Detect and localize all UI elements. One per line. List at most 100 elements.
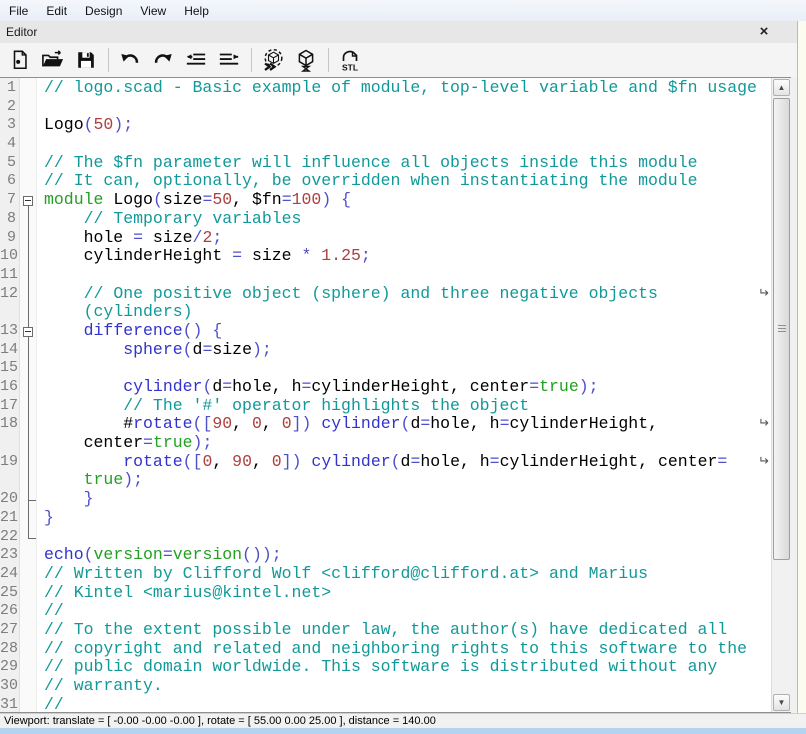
code-row[interactable]: hole = size/2; [44,229,771,248]
render-icon [294,48,318,72]
line-number: 17 [0,397,19,416]
code-row[interactable]: difference() { [44,322,771,341]
line-number: 5 [0,154,19,173]
new-file-button[interactable] [6,46,34,74]
close-icon[interactable]: × [755,23,773,41]
indent-icon [217,49,241,71]
code-row[interactable]: cylinderHeight = size * 1.25; [44,247,771,266]
export-stl-button[interactable]: STL [336,46,364,74]
unindent-icon [184,49,208,71]
preview-button[interactable] [259,46,287,74]
line-number: 18 [0,415,19,434]
code-row[interactable]: // The '#' operator highlights the objec… [44,397,771,416]
viewport-status-text: Viewport: translate = [ -0.00 -0.00 -0.0… [4,715,436,727]
code-text-area[interactable]: // logo.scad - Basic example of module, … [37,78,771,712]
open-file-button[interactable] [39,46,67,74]
fold-tail-tick [28,538,36,539]
wrap-marker-icon: ↵ [758,415,769,434]
redo-icon [151,49,175,71]
code-row[interactable]: } [44,509,771,528]
line-number: 13 [0,322,19,341]
code-row[interactable]: // warranty. [44,677,771,696]
code-row[interactable]: // [44,696,771,712]
scroll-up-button[interactable]: ▲ [773,79,790,96]
code-row[interactable]: // public domain worldwide. This softwar… [44,658,771,677]
line-number: 21 [0,509,19,528]
line-number: 22 [0,528,19,547]
new-file-icon [9,49,31,71]
code-row[interactable]: center=true); [44,434,771,453]
code-row[interactable]: } [44,490,771,509]
menu-design[interactable]: Design [76,2,131,20]
code-row[interactable]: #rotate([90, 0, 0]) cylinder(d=hole, h=c… [44,415,771,434]
line-number: 14 [0,341,19,360]
line-number [0,303,19,322]
line-number-gutter: 1234567891011121314151617181920212223242… [0,78,20,712]
code-row[interactable]: rotate([0, 90, 0]) cylinder(d=hole, h=cy… [44,453,771,472]
code-row[interactable]: Logo(50); [44,116,771,135]
export-stl-icon: STL [338,48,362,72]
save-button[interactable] [72,46,100,74]
line-number: 4 [0,135,19,154]
fold-collapse-icon[interactable] [23,327,33,337]
code-row[interactable]: // It can, optionally, be overridden whe… [44,172,771,191]
editor-panel-header[interactable]: Editor × [0,21,797,44]
code-row[interactable]: // Kintel <marius@kintel.net> [44,584,771,603]
code-row[interactable]: sphere(d=size); [44,341,771,360]
code-row[interactable]: true); [44,471,771,490]
openscad-window: File Edit Design View Help Editor × [0,0,806,734]
vertical-scrollbar[interactable]: ▲ ▼ [771,78,791,712]
code-row[interactable] [44,135,771,154]
save-icon [75,49,97,71]
line-number: 23 [0,546,19,565]
menu-view[interactable]: View [131,2,175,20]
scroll-down-button[interactable]: ▼ [773,694,790,711]
code-row[interactable]: // logo.scad - Basic example of module, … [44,79,771,98]
menu-bar: File Edit Design View Help [0,0,806,22]
code-row[interactable]: // To the extent possible under law, the… [44,621,771,640]
code-row[interactable] [44,266,771,285]
indent-button[interactable] [215,46,243,74]
code-row[interactable]: // One positive object (sphere) and thre… [44,285,771,304]
toolbar-separator [108,48,109,72]
line-number: 30 [0,677,19,696]
wrap-marker-icon: ↵ [758,285,769,304]
line-number: 28 [0,640,19,659]
menu-help[interactable]: Help [175,2,218,20]
code-row[interactable]: cylinder(d=hole, h=cylinderHeight, cente… [44,378,771,397]
line-number: 31 [0,696,19,712]
main-window-sliver [798,21,806,713]
toolbar-separator [251,48,252,72]
render-button[interactable] [292,46,320,74]
fold-tail-tick [28,500,36,501]
window-border [0,727,806,734]
line-number: 16 [0,378,19,397]
code-row[interactable] [44,359,771,378]
scrollbar-thumb[interactable] [773,98,790,560]
code-row[interactable]: (cylinders) [44,303,771,322]
fold-collapse-icon[interactable] [23,196,33,206]
code-editor[interactable]: 1234567891011121314151617181920212223242… [0,77,791,713]
code-row[interactable]: // copyright and related and neighboring… [44,640,771,659]
unindent-button[interactable] [182,46,210,74]
editor-toolbar: STL [0,43,797,77]
line-number [0,434,19,453]
code-row[interactable] [44,98,771,117]
line-number: 8 [0,210,19,229]
redo-button[interactable] [149,46,177,74]
line-number: 15 [0,359,19,378]
panel-title: Editor [0,25,37,39]
code-row[interactable]: // The $fn parameter will influence all … [44,154,771,173]
menu-file[interactable]: File [0,2,37,20]
menu-edit[interactable]: Edit [37,2,76,20]
code-row[interactable] [44,528,771,547]
code-row[interactable]: echo(version=version()); [44,546,771,565]
code-row[interactable]: // [44,602,771,621]
undo-button[interactable] [116,46,144,74]
code-row[interactable]: // Temporary variables [44,210,771,229]
fold-line [28,205,29,538]
line-number: 9 [0,229,19,248]
fold-margin [20,78,37,712]
code-row[interactable]: module Logo(size=50, $fn=100) { [44,191,771,210]
code-row[interactable]: // Written by Clifford Wolf <clifford@cl… [44,565,771,584]
